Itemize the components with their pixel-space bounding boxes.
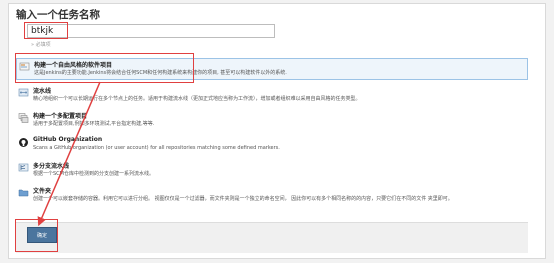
item-label: 多分支流水线 (33, 163, 70, 170)
folder-icon (18, 189, 29, 197)
multi-config-icon (18, 113, 29, 123)
item-type-github-org[interactable]: GitHub Organization Scans a GitHub organ… (16, 135, 528, 157)
github-org-icon (19, 138, 28, 147)
item-desc: 精心地组织一个可以长期运行在多个节点上的任务。适用于构建流水线（更加正式地应当称… (33, 96, 361, 102)
item-label: 文件夹 (33, 188, 52, 195)
item-label: 构建一个自由风格的软件项目 (34, 62, 113, 69)
item-desc: 创建一个可以嵌套存储的容器。利用它可以进行分组。 视图仅仅是一个过滤器，而文件夹… (33, 196, 453, 202)
item-label: 构建一个多配置项目 (33, 113, 88, 120)
item-label: 流水线 (33, 88, 52, 95)
item-desc: Scans a GitHub organization (or user acc… (33, 145, 280, 151)
item-label: GitHub Organization (33, 136, 103, 143)
ok-button[interactable]: 确定 (27, 227, 57, 243)
multibranch-icon (18, 163, 29, 172)
item-name-input[interactable] (27, 24, 275, 38)
item-desc: 根据一个SCM仓库中检测到的分支创建一系列流水线。 (33, 171, 154, 177)
item-type-multi-config[interactable]: 构建一个多配置项目 适用于多配置项目,例如多环境测试,平台指定构建,等等. (16, 110, 528, 132)
item-type-multibranch[interactable]: 多分支流水线 根据一个SCM仓库中检测到的分支创建一系列流水线。 (16, 160, 528, 182)
page-title: 输入一个任务名称 (16, 9, 100, 21)
required-hint: » 必填项 (31, 42, 51, 48)
item-desc: 适用于多配置项目,例如多环境测试,平台指定构建,等等. (33, 121, 155, 127)
item-type-folder[interactable]: 文件夹 创建一个可以嵌套存储的容器。利用它可以进行分组。 视图仅仅是一个过滤器，… (16, 185, 528, 207)
item-type-freestyle[interactable]: 构建一个自由风格的软件项目 这是Jenkins的主要功能.Jenkins将会结合… (16, 58, 528, 80)
pipeline-icon (18, 88, 29, 97)
freestyle-icon (19, 62, 30, 71)
footer-bar (16, 222, 528, 253)
item-desc: 这是Jenkins的主要功能.Jenkins将会结合任何SCM和任何构建系统来构… (34, 70, 287, 76)
item-type-pipeline[interactable]: 流水线 精心地组织一个可以长期运行在多个节点上的任务。适用于构建流水线（更加正式… (16, 85, 528, 107)
